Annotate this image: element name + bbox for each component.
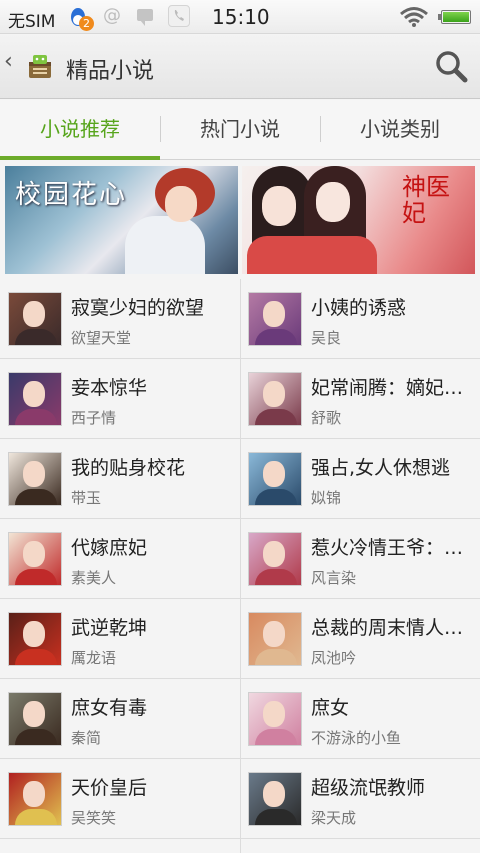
tab-hot[interactable]: 热门小说 bbox=[160, 100, 320, 160]
back-arrow-icon[interactable]: ‹ bbox=[4, 49, 13, 74]
battery-icon bbox=[438, 10, 471, 24]
book-author: 素美人 bbox=[71, 569, 117, 587]
book-title: 惹火冷情王爷：… bbox=[311, 537, 464, 559]
book-item[interactable]: 总裁的周末情人… 凤池吟 bbox=[240, 599, 480, 679]
book-item[interactable]: 寂寞少妇的欲望欲望天堂 bbox=[0, 279, 240, 359]
qq-icon: 2 bbox=[68, 6, 94, 31]
book-item[interactable]: 庶女有毒 秦简 bbox=[0, 679, 240, 759]
book-title: 武逆乾坤 bbox=[71, 617, 148, 639]
book-item[interactable]: 武逆乾坤 厲龙语 bbox=[0, 599, 240, 679]
book-author: 风言染 bbox=[311, 569, 357, 587]
book-item[interactable]: 小姨的诱惑 吴良 bbox=[240, 279, 480, 359]
book-author: 梁天成 bbox=[311, 809, 357, 827]
book-author: 带玉 bbox=[71, 489, 102, 507]
book-item[interactable]: 天价皇后 吴笑笑 bbox=[0, 759, 240, 839]
phone-icon bbox=[168, 5, 190, 27]
clock: 15:10 bbox=[212, 5, 270, 29]
book-author: 吴笑笑 bbox=[71, 809, 117, 827]
qq-badge: 2 bbox=[79, 16, 94, 31]
book-cover bbox=[8, 612, 62, 666]
book-item[interactable]: 我的贴身校花 带玉 bbox=[0, 439, 240, 519]
book-author: 吴良 bbox=[311, 329, 342, 347]
book-title: 寂寞少妇的欲望 bbox=[71, 297, 205, 319]
book-title: 庶女 bbox=[311, 697, 350, 719]
book-author: 厲龙语 bbox=[71, 649, 117, 667]
banner-left-title: 校园花心 bbox=[15, 180, 128, 210]
book-item[interactable]: 强占,女人休想逃姒锦 bbox=[240, 439, 480, 519]
column-divider bbox=[240, 279, 241, 853]
book-title: 超级流氓教师 bbox=[311, 777, 426, 799]
book-item[interactable]: 妃常闹腾：嫡妃… 舒歌 bbox=[240, 359, 480, 439]
book-item[interactable]: 妾本惊华 西子情 bbox=[0, 359, 240, 439]
book-cover bbox=[248, 772, 302, 826]
status-bar: 无SIM 2 @ 15:10 bbox=[0, 0, 480, 34]
search-icon[interactable] bbox=[434, 49, 470, 85]
book-item[interactable]: 庶女 不游泳的小鱼 bbox=[240, 679, 480, 759]
tab-recommended[interactable]: 小说推荐 bbox=[0, 100, 160, 160]
book-title: 庶女有毒 bbox=[71, 697, 148, 719]
book-item[interactable]: 代嫁庶妃 素美人 bbox=[0, 519, 240, 599]
action-bar: ‹ 精品小说 bbox=[0, 35, 480, 99]
book-title: 妾本惊华 bbox=[71, 377, 148, 399]
book-cover bbox=[8, 452, 62, 506]
banner-right[interactable]: 神医妃 bbox=[242, 166, 475, 274]
book-author: 凤池吟 bbox=[311, 649, 357, 667]
book-title: 天价皇后 bbox=[71, 777, 148, 799]
book-cover bbox=[248, 612, 302, 666]
tab-bar: 小说推荐 热门小说 小说类别 bbox=[0, 100, 480, 160]
banner-right-title: 神医妃 bbox=[402, 173, 450, 227]
book-item[interactable]: 超级流氓教师 梁天成 bbox=[240, 759, 480, 839]
book-title: 强占,女人休想逃 bbox=[311, 457, 451, 479]
book-title: 妃常闹腾：嫡妃… bbox=[311, 377, 464, 399]
book-cover bbox=[248, 532, 302, 586]
app-logo-icon[interactable] bbox=[24, 50, 56, 82]
wifi-icon bbox=[399, 6, 429, 32]
banner-left[interactable]: 校园花心 bbox=[5, 166, 238, 274]
book-title: 总裁的周末情人… bbox=[311, 617, 464, 639]
page-title: 精品小说 bbox=[66, 59, 155, 84]
book-title: 代嫁庶妃 bbox=[71, 537, 148, 559]
book-cover bbox=[8, 692, 62, 746]
book-item[interactable]: 惹火冷情王爷：… 风言染 bbox=[240, 519, 480, 599]
book-cover bbox=[248, 372, 302, 426]
book-author: 欲望天堂 bbox=[71, 329, 132, 347]
book-cover bbox=[8, 772, 62, 826]
book-cover bbox=[8, 292, 62, 346]
book-cover bbox=[8, 372, 62, 426]
at-icon: @ bbox=[103, 5, 121, 26]
book-author: 秦简 bbox=[71, 729, 102, 747]
book-title: 小姨的诱惑 bbox=[311, 297, 407, 319]
book-cover bbox=[248, 292, 302, 346]
tab-indicator bbox=[0, 156, 160, 160]
chat-icon bbox=[137, 9, 153, 26]
book-author: 不游泳的小鱼 bbox=[311, 729, 402, 747]
book-cover bbox=[248, 692, 302, 746]
carrier-label: 无SIM bbox=[8, 12, 56, 32]
book-cover bbox=[248, 452, 302, 506]
book-author: 姒锦 bbox=[311, 489, 342, 507]
book-author: 舒歌 bbox=[311, 409, 342, 427]
tab-categories[interactable]: 小说类别 bbox=[320, 100, 480, 160]
book-author: 西子情 bbox=[71, 409, 117, 427]
book-cover bbox=[8, 532, 62, 586]
book-title: 我的贴身校花 bbox=[71, 457, 186, 479]
